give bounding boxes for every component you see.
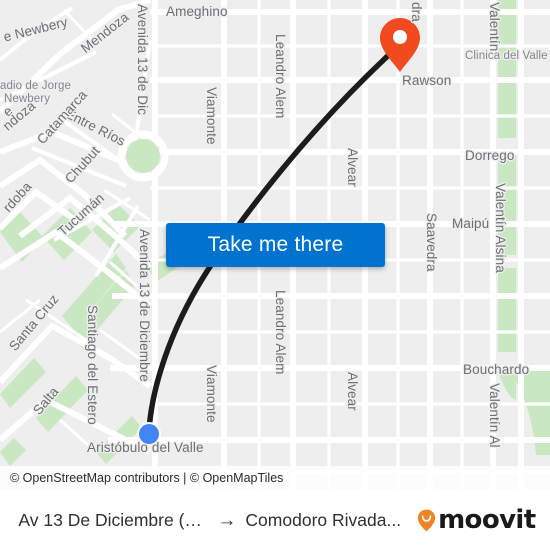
moovit-pin-icon [417,509,436,531]
moovit-logo[interactable]: moovit [417,507,536,533]
arrow-right-icon: → [217,509,237,531]
route-destination-label: Comodoro Rivada... [245,509,402,530]
roundabout [117,130,169,182]
route-summary[interactable]: Av 13 De Diciembre (La Anoni... → Comodo… [4,510,401,531]
take-me-there-button[interactable]: Take me there [166,223,385,267]
route-origin-label: Av 13 De Diciembre (La Anoni... [18,509,208,530]
bottom-bar: Av 13 De Diciembre (La Anoni... → Comodo… [0,490,550,550]
moovit-wordmark: moovit [438,505,536,535]
origin-marker[interactable] [137,422,161,446]
moovit-route-map-screen: e Newbery Ameghino Mendoza Avenida 13 de Di… [0,0,550,550]
map-canvas[interactable]: e Newbery Ameghino Mendoza Avenida 13 de Di… [0,0,550,490]
map-attribution[interactable]: © OpenStreetMap contributors | © OpenMap… [0,466,550,490]
